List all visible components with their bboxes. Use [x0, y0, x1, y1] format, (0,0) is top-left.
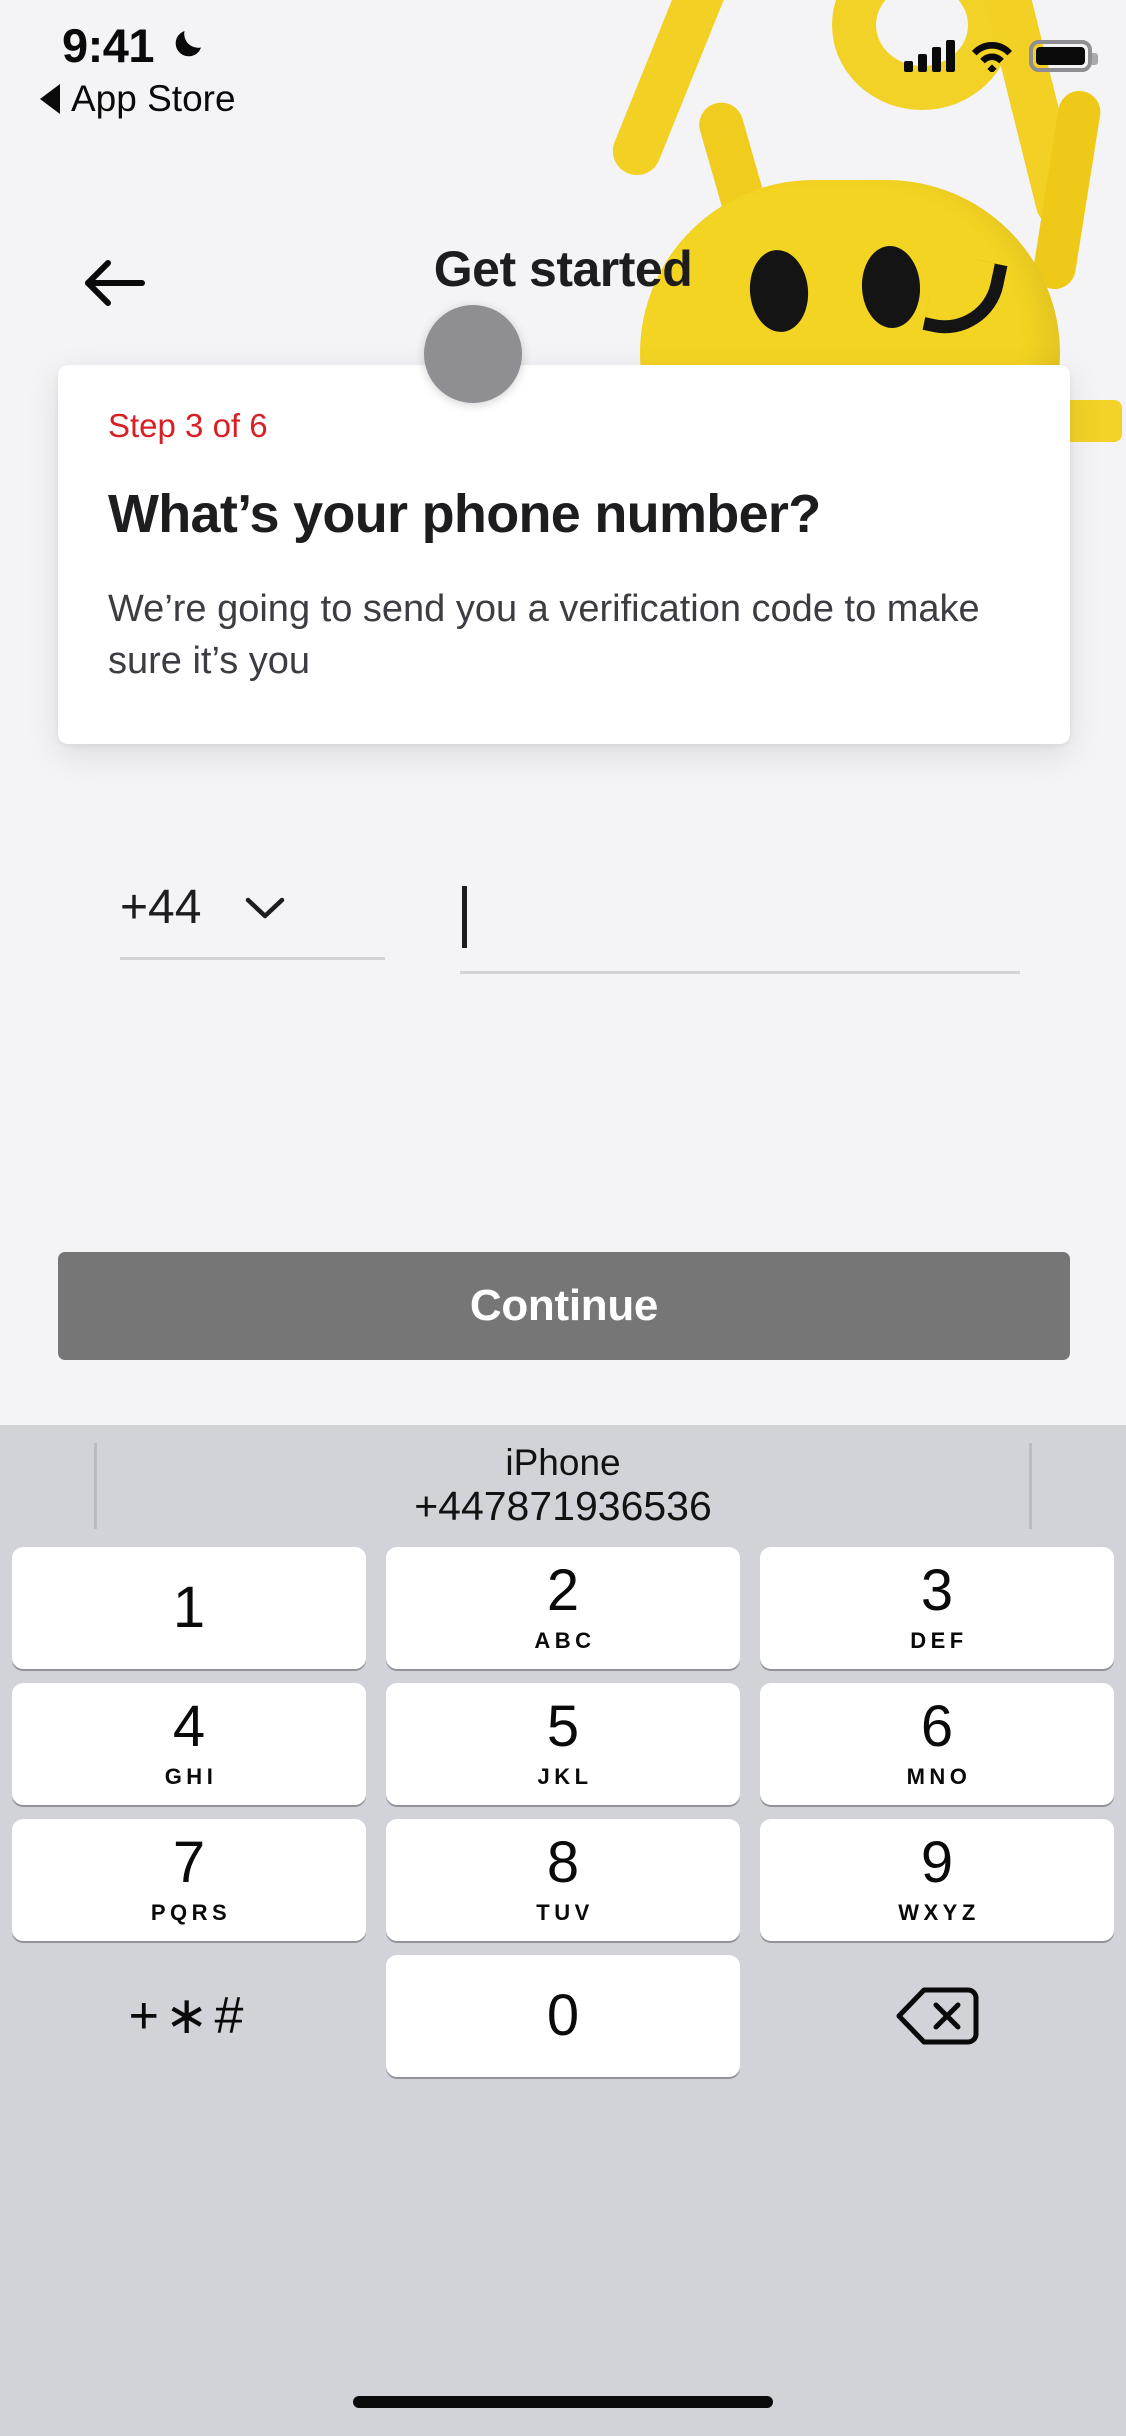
key-letters: GHI	[164, 1764, 218, 1789]
key-letters: MNO	[906, 1764, 972, 1789]
key-digit: 5	[546, 1694, 580, 1759]
key-digit: 2	[546, 1558, 580, 1623]
suggestion-divider-left	[94, 1443, 97, 1529]
key-digit: 9	[920, 1830, 954, 1895]
key-letters: TUV	[536, 1900, 594, 1925]
key-digit: 6	[920, 1694, 954, 1759]
key-1[interactable]: 1	[12, 1547, 366, 1669]
key-4[interactable]: 4 GHI	[12, 1683, 366, 1805]
suggestion-divider-right	[1029, 1443, 1032, 1529]
suggestion-value: +447871936536	[414, 1482, 712, 1529]
nav-header: Get started	[0, 230, 1126, 340]
back-to-app-store-link[interactable]: App Store	[40, 78, 236, 120]
status-bar-indicators	[904, 34, 1098, 72]
key-digit: 0	[546, 1983, 580, 2048]
battery-full-icon	[1029, 40, 1098, 72]
chevron-down-icon	[246, 897, 285, 918]
phone-input-row: +44	[0, 880, 1126, 1010]
back-triangle-icon	[40, 84, 60, 114]
suggestion-label: iPhone	[505, 1442, 621, 1484]
key-letters: JKL	[537, 1764, 593, 1789]
autofill-suggestion-bar[interactable]: iPhone +447871936536	[0, 1425, 1126, 1547]
moon-icon	[175, 31, 201, 57]
phone-screen: 9:41 App Store Get started Step 3 of 6 W…	[0, 0, 1126, 2436]
key-3[interactable]: 3 DEF	[760, 1547, 1114, 1669]
cellular-signal-icon	[904, 38, 955, 72]
key-letters: DEF	[910, 1628, 968, 1653]
step-info-card: Step 3 of 6 What’s your phone number? We…	[58, 365, 1070, 744]
key-letters: PQRS	[150, 1900, 232, 1925]
home-indicator	[353, 2396, 773, 2408]
delete-backward-icon	[896, 1987, 979, 2045]
key-6[interactable]: 6 MNO	[760, 1683, 1114, 1805]
keypad-row-2: 4 GHI 5 JKL 6 MNO	[12, 1683, 1114, 1805]
page-title: Get started	[433, 241, 693, 297]
country-code-select[interactable]: +44	[120, 880, 385, 960]
key-digit: 4	[172, 1694, 206, 1759]
key-5[interactable]: 5 JKL	[386, 1683, 740, 1805]
key-digit: 3	[920, 1558, 954, 1623]
keypad-row-3: 7 PQRS 8 TUV 9 WXYZ	[12, 1819, 1114, 1941]
key-digit: 1	[172, 1575, 206, 1640]
continue-button[interactable]: Continue	[58, 1252, 1070, 1360]
key-symbols-label: +∗#	[128, 1987, 250, 2045]
key-2[interactable]: 2 ABC	[386, 1547, 740, 1669]
keypad: 1 2 ABC 3 DEF 4 GHI 5 JKL 6 MNO 7 PQRS 8…	[0, 1547, 1126, 2077]
status-bar-time: 9:41	[62, 19, 155, 72]
country-code-value: +44	[120, 881, 202, 934]
wifi-icon	[972, 42, 1012, 72]
key-delete[interactable]	[760, 1955, 1114, 2077]
card-title: What’s your phone number?	[108, 484, 821, 544]
key-symbols[interactable]: +∗#	[12, 1955, 366, 2077]
step-indicator: Step 3 of 6	[108, 407, 268, 444]
keypad-row-4: +∗# 0	[12, 1955, 1114, 2077]
key-digit: 7	[172, 1830, 206, 1895]
numeric-keyboard: iPhone +447871936536 1 2 ABC 3 DEF 4 GHI…	[0, 1425, 1126, 2436]
text-caret	[462, 886, 467, 948]
card-body-text: We’re going to send you a verification c…	[108, 588, 980, 683]
key-9[interactable]: 9 WXYZ	[760, 1819, 1114, 1941]
key-0[interactable]: 0	[386, 1955, 740, 2077]
key-7[interactable]: 7 PQRS	[12, 1819, 366, 1941]
key-letters: ABC	[534, 1628, 596, 1653]
key-letters: WXYZ	[898, 1900, 980, 1925]
back-to-app-label: App Store	[71, 78, 236, 119]
key-digit: 8	[546, 1830, 580, 1895]
phone-number-input[interactable]	[460, 880, 1020, 974]
keypad-row-1: 1 2 ABC 3 DEF	[12, 1547, 1114, 1669]
key-8[interactable]: 8 TUV	[386, 1819, 740, 1941]
